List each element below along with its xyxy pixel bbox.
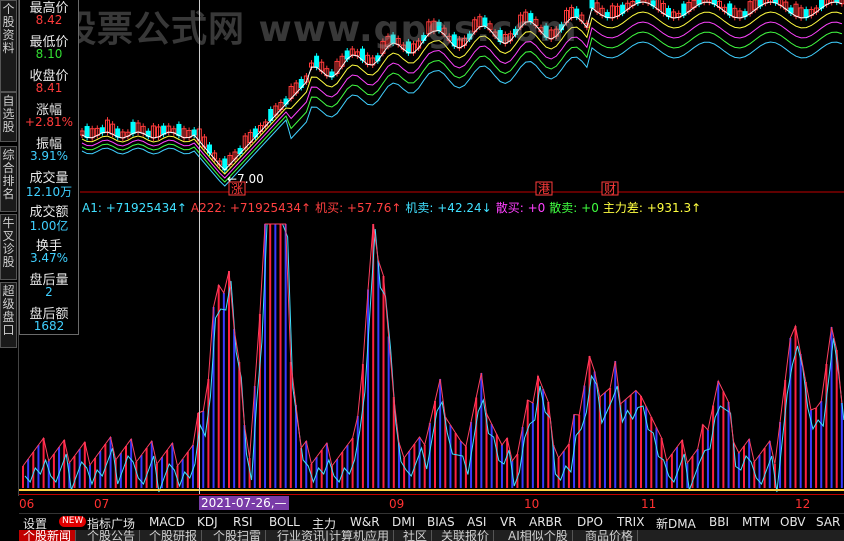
candle-body: [161, 125, 167, 135]
time-label: 09: [389, 497, 405, 511]
selected-date-label: 2021-07-26,—: [199, 496, 289, 510]
watermark: 股票公式网 www.gpgs.com: [60, 9, 578, 50]
indicator-tab[interactable]: TRIX: [617, 515, 644, 529]
indicator-tab[interactable]: DMI: [392, 515, 415, 529]
info-value: 12.10万: [25, 185, 73, 199]
tab-ranking[interactable]: 综合排名: [0, 146, 17, 212]
candle-body: [237, 148, 243, 154]
moving-average-line: [81, 31, 843, 183]
indicator-tab[interactable]: BOLL: [269, 515, 300, 529]
time-label: 07: [94, 497, 110, 511]
info-value: +2.81%: [24, 115, 74, 129]
moving-average-line: [81, 41, 843, 187]
indicator-tab[interactable]: OBV: [780, 515, 806, 529]
indicator-value: A1: +71925434↑: [82, 201, 187, 215]
candle-body: [803, 9, 809, 19]
event-label: 涨: [231, 181, 243, 196]
tab-stock-profile[interactable]: 个股资料: [0, 0, 17, 92]
event-label: 财: [604, 182, 616, 196]
info-value: 8.42: [35, 13, 63, 27]
indicator-value: 主力差: +931.3↑: [602, 201, 702, 215]
info-tab-strip: 个股新闻 个股公告 个股研报 个股扫雷 行业资讯|计算机应用 社区 关联报价 AI相似个股 商品…: [19, 530, 844, 541]
indicator-tab[interactable]: RSI: [233, 515, 253, 529]
indicator-value: 散买: +0: [495, 201, 546, 215]
indicator-chart: [19, 223, 844, 493]
tab-watchlist[interactable]: 自选股: [0, 92, 17, 142]
info-tab[interactable]: 商品价格: [581, 530, 639, 541]
info-tab[interactable]: 关联报价: [437, 530, 495, 541]
candle-body: [314, 55, 320, 68]
indicator-value-bar: A1: +71925434↑ A222: +71925434↑ 机买: +57.76…: [82, 199, 705, 216]
info-tab[interactable]: 行业资讯|计算机应用: [273, 530, 395, 541]
info-tab[interactable]: 个股扫雷: [209, 530, 267, 541]
indicator-tab[interactable]: MTM: [742, 515, 770, 529]
candle-body: [283, 98, 289, 105]
indicator-tab[interactable]: ASI: [467, 515, 486, 529]
new-badge: NEW: [59, 516, 87, 527]
candle-body: [727, 3, 733, 16]
info-tab[interactable]: 个股公告: [83, 530, 141, 541]
indicator-tab[interactable]: BBI: [709, 515, 729, 529]
info-value: 1.00亿: [29, 219, 69, 233]
indicator-tab[interactable]: VR: [500, 515, 517, 529]
indicator-tab-strip: 设置 指标广场 MACD KDJ RSI BOLL 主力 W&R DMI BIAS ASI VR ARB…: [19, 513, 844, 531]
candle-body: [191, 129, 197, 136]
info-value: 3.47%: [29, 251, 69, 265]
time-axis: 06 07 2021-07-26,— 09 10 11 12: [19, 494, 844, 513]
info-tab[interactable]: 个股研报: [145, 530, 203, 541]
indicator-tab[interactable]: DPO: [577, 515, 603, 529]
info-tab[interactable]: 社区: [399, 530, 433, 541]
info-value: 1682: [33, 319, 65, 333]
indicator-value: A222: +71925434↑: [190, 201, 312, 215]
candle-body: [99, 127, 105, 134]
indicator-tab[interactable]: BIAS: [427, 515, 455, 529]
indicator-tab[interactable]: W&R: [350, 515, 380, 529]
tab-diagnosis[interactable]: 牛叉诊股: [0, 214, 17, 280]
crosshair-line: [199, 0, 200, 494]
time-label: 12: [795, 497, 811, 511]
time-label: 06: [19, 497, 35, 511]
indicator-value: 机卖: +42.24↓: [405, 201, 492, 215]
info-value: 8.41: [35, 81, 63, 95]
event-label: 港: [538, 182, 550, 196]
indicator-tab[interactable]: SAR: [816, 515, 840, 529]
indicator-tab[interactable]: MACD: [149, 515, 185, 529]
info-value: 3.91%: [29, 149, 69, 163]
candle-body: [130, 121, 136, 134]
indicator-tab[interactable]: KDJ: [197, 515, 218, 529]
left-side-tabs: 个股资料 自选股 综合排名 牛叉诊股 超级盘口: [0, 0, 19, 496]
candle-body: [589, 0, 595, 9]
quote-info-panel: 最高价 8.42 最低价 8.10 收盘价 8.41 涨幅 +2.81% 振幅 3.91% 成交量 1…: [19, 0, 79, 335]
candle-body: [176, 123, 182, 136]
indicator-value: 散卖: +0: [549, 201, 599, 215]
info-tab[interactable]: 个股新闻: [19, 530, 77, 541]
info-tab[interactable]: AI相似个股: [504, 530, 573, 541]
candle-body: [681, 3, 687, 16]
candle-body: [84, 126, 90, 139]
time-label: 11: [641, 497, 657, 511]
indicator-value: 机买: +57.76↑: [315, 201, 402, 215]
time-label: 10: [524, 497, 540, 511]
indicator-tab[interactable]: ARBR: [529, 515, 562, 529]
info-value: 8.10: [35, 47, 63, 61]
info-value: 2: [45, 285, 53, 299]
tab-super-quote[interactable]: 超级盘口: [0, 282, 17, 348]
